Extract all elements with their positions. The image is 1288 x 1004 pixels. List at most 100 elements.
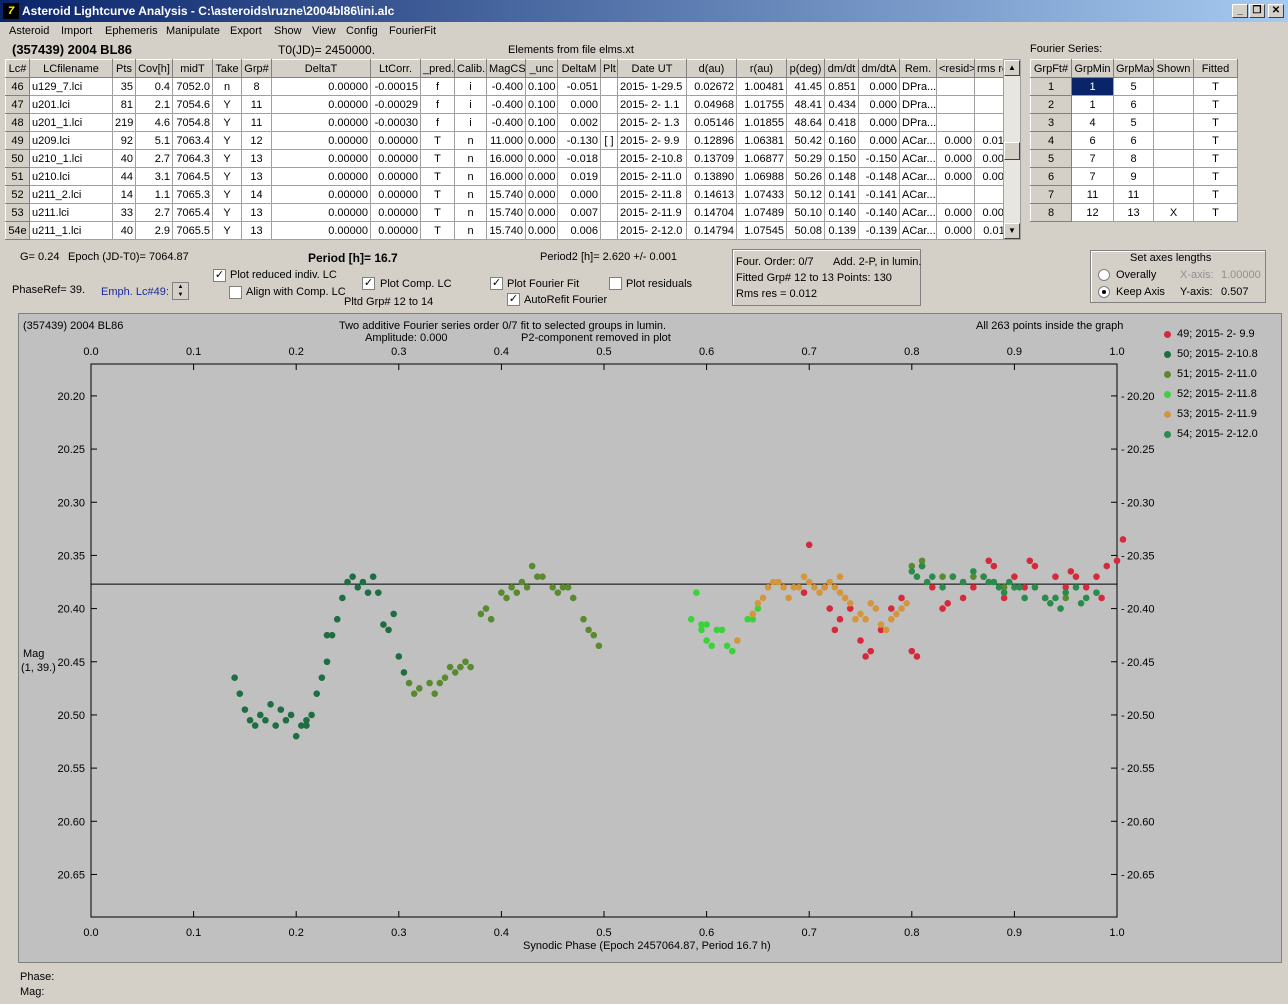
table-cell[interactable]: 0.00000	[271, 113, 371, 132]
fourier-cell[interactable]: T	[1193, 185, 1238, 204]
table-cell[interactable]: 1.07545	[736, 221, 787, 240]
table-cell[interactable]: 7064.3	[172, 149, 213, 168]
table-cell[interactable]: 0.000	[525, 203, 558, 222]
fourier-cell[interactable]: T	[1193, 167, 1238, 186]
table-cell[interactable]: 13	[241, 221, 272, 240]
table-cell[interactable]: 7054.8	[172, 113, 213, 132]
table-cell[interactable]: 0.139	[824, 221, 859, 240]
table-cell[interactable]: 0.13890	[686, 167, 737, 186]
table-cell[interactable]: 0.150	[824, 149, 859, 168]
fourier-row[interactable]: 8 12 13 X T	[1030, 203, 1238, 222]
menu-export[interactable]: Export	[230, 25, 262, 37]
table-cell[interactable]: 0.148	[824, 167, 859, 186]
table-cell[interactable]: 0.141	[824, 185, 859, 204]
fourier-cell[interactable]: 11	[1113, 185, 1154, 204]
table-cell[interactable]: 50.26	[786, 167, 825, 186]
fourier-cell[interactable]: 5	[1030, 149, 1072, 168]
table-cell[interactable]: 1.01855	[736, 113, 787, 132]
table-cell[interactable]: 0.100	[525, 95, 558, 114]
table-cell[interactable]: 0.006	[557, 221, 601, 240]
table-cell[interactable]: 2.1	[135, 95, 173, 114]
table-cell[interactable]: 7065.4	[172, 203, 213, 222]
table-cell[interactable]: 7063.4	[172, 131, 213, 150]
table-cell[interactable]: [ ]	[600, 131, 618, 150]
table-cell[interactable]: -0.148	[858, 167, 900, 186]
lc-col-header[interactable]: DeltaM	[557, 59, 601, 78]
table-cell[interactable]: 1.01755	[736, 95, 787, 114]
fourier-cell[interactable]: 7	[1030, 185, 1072, 204]
table-cell[interactable]: n	[454, 149, 487, 168]
table-cell[interactable]: 0.14704	[686, 203, 737, 222]
fourier-row[interactable]: 115T	[1030, 77, 1238, 96]
table-cell[interactable]: 0.13709	[686, 149, 737, 168]
fourier-col-header[interactable]: GrpMax	[1113, 59, 1154, 78]
menu-config[interactable]: Config	[346, 25, 378, 37]
fourier-cell[interactable]: 6	[1030, 167, 1072, 186]
table-cell[interactable]: 0.12896	[686, 131, 737, 150]
table-cell[interactable]: 0.00000	[271, 131, 371, 150]
table-cell[interactable]: 0.00000	[271, 77, 371, 96]
fourier-cell[interactable]: 12	[1071, 203, 1114, 222]
table-cell[interactable]: n	[212, 77, 242, 96]
table-cell[interactable]: 15.740	[486, 221, 526, 240]
lc-col-header[interactable]: DeltaT	[271, 59, 371, 78]
fourier-cell[interactable]: 4	[1030, 131, 1072, 150]
table-cell[interactable]	[600, 149, 618, 168]
fourier-row[interactable]: 216 T	[1030, 95, 1238, 114]
table-cell[interactable]: 7054.6	[172, 95, 213, 114]
table-cell[interactable]: 50.10	[786, 203, 825, 222]
lc-col-header[interactable]: d(au)	[686, 59, 737, 78]
table-cell[interactable]: n	[454, 185, 487, 204]
table-cell[interactable]: -0.400	[486, 77, 526, 96]
lc-col-header[interactable]: Lc#	[5, 59, 30, 78]
table-cell[interactable]: 7065.3	[172, 185, 213, 204]
table-cell[interactable]: 0.000	[936, 167, 975, 186]
table-cell[interactable]: 92	[112, 131, 136, 150]
legend-item[interactable]: 52; 2015- 2-11.8	[1164, 388, 1257, 400]
fourier-cell[interactable]: T	[1193, 77, 1238, 96]
table-cell[interactable]: Y	[212, 221, 242, 240]
table-cell[interactable]: Y	[212, 95, 242, 114]
table-cell[interactable]: f	[420, 113, 455, 132]
table-cell[interactable]: 33	[112, 203, 136, 222]
table-cell[interactable]: 0.00000	[370, 203, 421, 222]
lc-col-header[interactable]: Date UT	[617, 59, 687, 78]
lc-col-header[interactable]: Take	[212, 59, 242, 78]
table-cell[interactable]: 0.000	[858, 131, 900, 150]
table-cell[interactable]: 2015- 2- 9.9	[617, 131, 687, 150]
lightcurve-table[interactable]: Lc# LCfilename Pts Cov[h] midT Take Grp# DeltaT…	[5, 59, 1013, 240]
table-cell[interactable]: 0.00000	[271, 221, 371, 240]
table-row[interactable]: 47 u201.lci 81 2.1 7054.6 Y 11 0.00000 -0.00029 f…	[5, 95, 1013, 114]
table-cell[interactable]: 44	[112, 167, 136, 186]
table-cell[interactable]: 11.000	[486, 131, 526, 150]
table-cell[interactable]: 0.418	[824, 113, 859, 132]
menu-show[interactable]: Show	[274, 25, 302, 37]
fourier-row[interactable]: 679 T	[1030, 167, 1238, 186]
fourier-cell[interactable]	[1153, 113, 1194, 132]
table-cell[interactable]: 35	[112, 77, 136, 96]
table-cell[interactable]: 0.14794	[686, 221, 737, 240]
plot-residuals-checkbox[interactable]	[609, 277, 622, 290]
table-cell[interactable]: DPra...	[899, 77, 937, 96]
table-cell[interactable]: Y	[212, 185, 242, 204]
table-cell[interactable]	[600, 77, 618, 96]
table-row[interactable]: 48 u201_1.lci 219 4.6 7054.8 Y 11 0.00000 -0.000…	[5, 113, 1013, 132]
table-cell[interactable]: 1.1	[135, 185, 173, 204]
table-cell[interactable]: T	[420, 185, 455, 204]
table-cell[interactable]: 11	[241, 113, 272, 132]
period2-value[interactable]: Period2 [h]= 2.620 +/- 0.001	[540, 251, 677, 263]
table-cell[interactable]: 0.000	[936, 203, 975, 222]
table-row[interactable]: 50 u210_1.lci 40 2.7 7064.3 Y 13 0.00000 0.00000…	[5, 149, 1013, 168]
table-cell[interactable]: 0.00000	[370, 149, 421, 168]
table-cell[interactable]: 1.07433	[736, 185, 787, 204]
fourier-cell[interactable]: 6	[1113, 95, 1154, 114]
fourier-cell[interactable]: T	[1193, 95, 1238, 114]
fourier-cell[interactable]: T	[1193, 131, 1238, 150]
table-cell[interactable]: 41.45	[786, 77, 825, 96]
table-cell[interactable]: T	[420, 221, 455, 240]
table-cell[interactable]: 7052.0	[172, 77, 213, 96]
legend-item[interactable]: 49; 2015- 2- 9.9	[1164, 328, 1255, 340]
table-cell[interactable]: 0.4	[135, 77, 173, 96]
table-cell[interactable]: u211.lci	[29, 203, 113, 222]
table-cell[interactable]: n	[454, 221, 487, 240]
